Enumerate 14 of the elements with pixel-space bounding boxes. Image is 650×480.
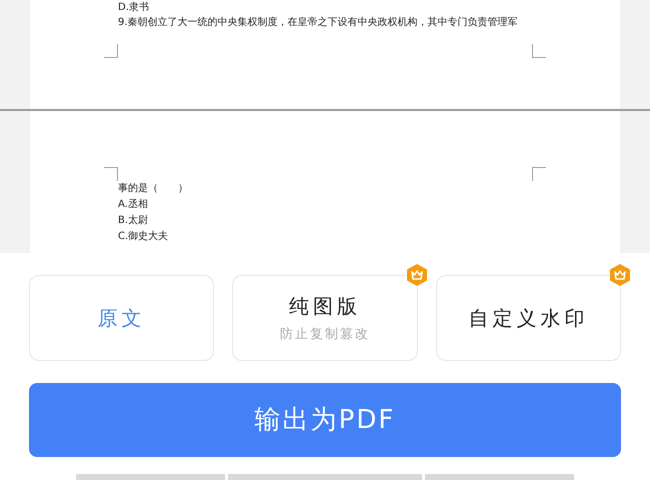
document-text: A.丞相 [118, 198, 149, 212]
crop-mark-icon [104, 44, 118, 58]
crop-mark-icon [532, 167, 546, 181]
crop-mark-icon [532, 44, 546, 58]
document-text: B.太尉 [118, 214, 150, 228]
document-text: D.隶书 [118, 0, 150, 15]
format-option[interactable]: 纯图版 防止复制篡改 [232, 275, 418, 361]
document-text: C.御史大夫 [118, 230, 170, 244]
crop-mark-icon [104, 167, 118, 181]
document-text: 事的是（ ） [118, 182, 189, 196]
format-option[interactable]: 自定义水印 [436, 275, 621, 361]
export-pdf-button[interactable]: 输出为PDF [29, 383, 621, 457]
document-text: 9.秦朝创立了大一统的中央集权制度，在皇帝之下设有中央政权机构，其中专门负责管理军 [118, 16, 519, 30]
format-option[interactable]: 原文 [29, 275, 214, 361]
